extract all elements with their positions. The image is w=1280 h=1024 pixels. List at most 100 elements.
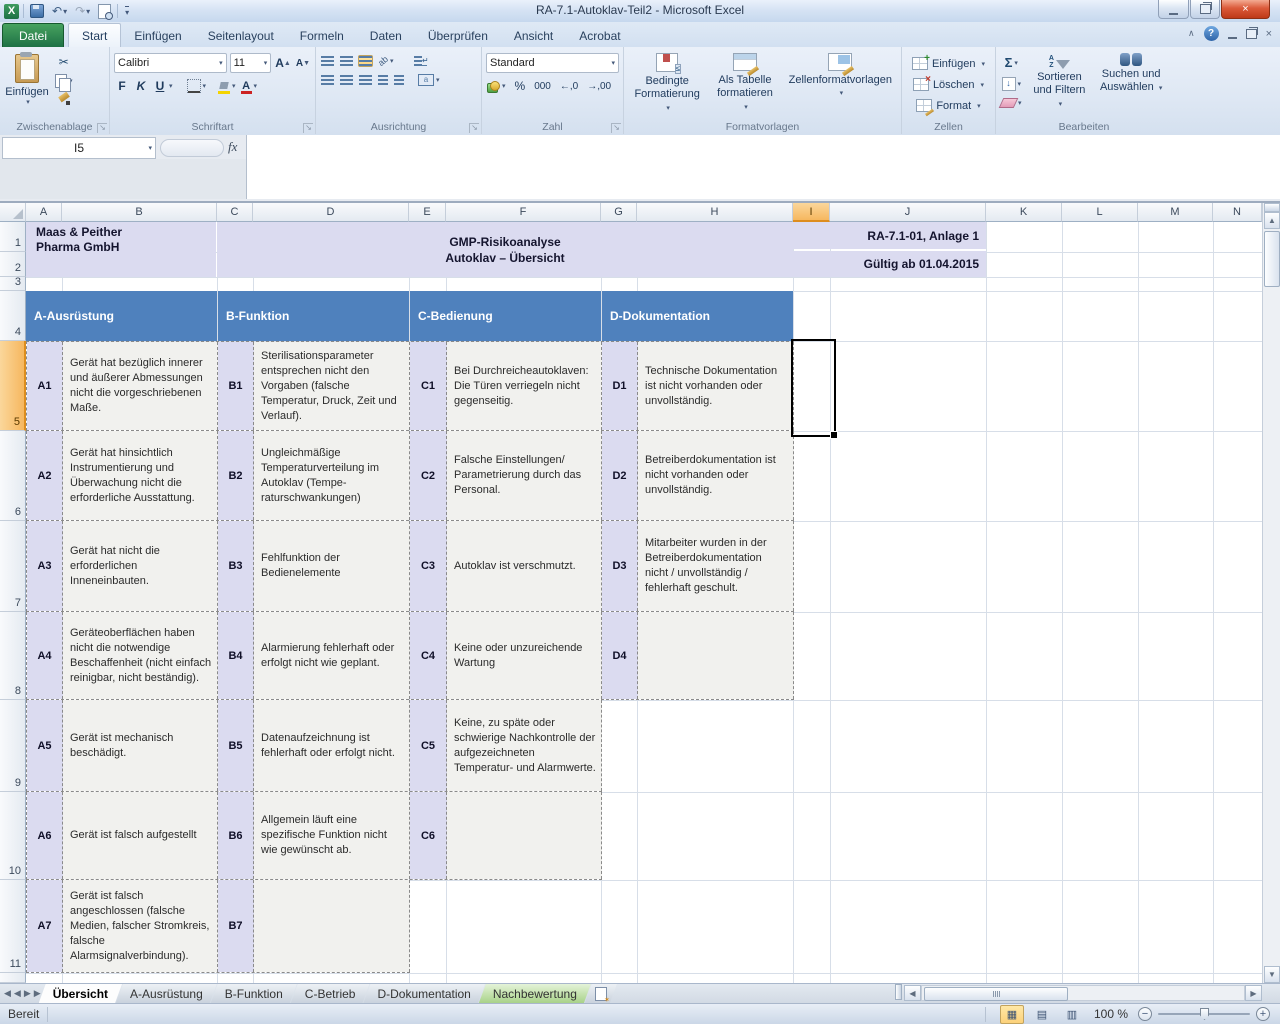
dialog-launcher-icon[interactable]: ↘ bbox=[97, 123, 107, 133]
autosum-button[interactable]: Σ▾ bbox=[1000, 54, 1023, 71]
risk-text-cell[interactable]: Gerät ist falsch aufgestellt bbox=[63, 792, 218, 879]
risk-text-cell[interactable]: Bei Durchreicheautoklaven: Die Türen ver… bbox=[447, 342, 602, 430]
risk-id-cell[interactable]: A1 bbox=[27, 342, 63, 430]
zoom-slider-thumb[interactable] bbox=[1200, 1008, 1209, 1020]
risk-id-cell[interactable]: C4 bbox=[410, 612, 447, 699]
wrap-text-button[interactable] bbox=[413, 55, 428, 67]
scroll-left-button[interactable]: ◀ bbox=[904, 985, 921, 1001]
selected-cell-i5[interactable] bbox=[791, 339, 836, 437]
column-header-i-selected[interactable]: I bbox=[793, 203, 830, 222]
risk-id-cell[interactable]: D1 bbox=[602, 342, 638, 430]
fill-button[interactable]: ↓▾ bbox=[1000, 76, 1023, 92]
sheet-tab-c-betrieb[interactable]: C-Betrieb bbox=[291, 984, 370, 1003]
paste-button[interactable]: Einfügen ▾ bbox=[4, 50, 50, 119]
workbook-restore-icon[interactable] bbox=[1246, 29, 1257, 39]
risk-text-cell[interactable]: Betreiberdokumentation ist nicht vorhand… bbox=[638, 431, 794, 520]
font-color-button[interactable]: A▾ bbox=[240, 79, 259, 93]
align-middle-button[interactable] bbox=[339, 55, 354, 67]
minimize-button[interactable] bbox=[1158, 0, 1189, 19]
row-header-8[interactable]: 8 bbox=[0, 612, 26, 700]
risk-id-cell[interactable]: B6 bbox=[218, 792, 254, 879]
risk-id-cell[interactable]: D2 bbox=[602, 431, 638, 520]
format-painter-button[interactable] bbox=[54, 92, 74, 106]
prev-sheet-button[interactable]: ◀ bbox=[14, 988, 21, 999]
risk-text-cell[interactable]: Gerät hat nicht die erforderlichen Innen… bbox=[63, 521, 218, 611]
increase-decimal-button[interactable]: ←,0 bbox=[559, 80, 579, 93]
fill-handle[interactable] bbox=[830, 431, 838, 439]
sort-filter-button[interactable]: AZ Sortieren und Filtern ▾ bbox=[1025, 50, 1095, 119]
risk-text-cell[interactable]: Gerät hat hinsichtlich Instrumentierung … bbox=[63, 431, 218, 520]
row-header-5-selected[interactable]: 5 bbox=[0, 341, 26, 431]
risk-id-cell[interactable]: B3 bbox=[218, 521, 254, 611]
next-sheet-button[interactable]: ▶ bbox=[24, 988, 31, 999]
name-box[interactable]: I5▾ bbox=[2, 137, 156, 159]
scroll-right-button[interactable]: ▶ bbox=[1245, 985, 1262, 1001]
horizontal-scroll-thumb[interactable] bbox=[924, 987, 1068, 1001]
tab-formeln[interactable]: Formeln bbox=[287, 24, 357, 47]
sheet-tab-a-ausruestung[interactable]: A-Ausrüstung bbox=[116, 984, 217, 1003]
percent-button[interactable]: % bbox=[514, 78, 527, 94]
risk-id-cell[interactable]: A5 bbox=[27, 700, 63, 791]
merge-center-button[interactable]: a▾ bbox=[417, 73, 441, 87]
row-header-7[interactable]: 7 bbox=[0, 521, 26, 612]
risk-text-cell[interactable]: Sterilisationsparameter entsprechen nich… bbox=[254, 342, 410, 430]
vertical-split-handle[interactable] bbox=[1264, 203, 1280, 212]
scroll-down-button[interactable]: ▼ bbox=[1264, 966, 1280, 983]
cell-grid[interactable]: Maas & PeitherPharma GmbH GMP-Risikoanal… bbox=[26, 222, 1262, 983]
sheet-tab-b-funktion[interactable]: B-Funktion bbox=[211, 984, 297, 1003]
column-header-d[interactable]: D bbox=[253, 203, 409, 222]
sheet-tab-d-dokumentation[interactable]: D-Dokumentation bbox=[363, 984, 484, 1003]
valid-from-cell[interactable]: Gültig ab 01.04.2015 bbox=[793, 251, 986, 277]
risk-id-cell[interactable]: C1 bbox=[410, 342, 447, 430]
column-header-a[interactable]: A bbox=[26, 203, 62, 222]
align-left-button[interactable] bbox=[320, 74, 335, 86]
risk-id-cell[interactable]: C3 bbox=[410, 521, 447, 611]
orientation-button[interactable]: ab▾ bbox=[377, 55, 395, 67]
fill-color-button[interactable]: ▾ bbox=[217, 81, 237, 92]
column-header-j[interactable]: J bbox=[830, 203, 986, 222]
tab-split-handle[interactable] bbox=[895, 984, 902, 1000]
risk-text-cell[interactable]: Gerät hat bezüglich innerer und äußerer … bbox=[63, 342, 218, 430]
risk-id-cell[interactable]: A7 bbox=[27, 880, 63, 972]
risk-text-cell[interactable]: Mitarbeiter wurden in der Betreiberdokum… bbox=[638, 521, 794, 611]
grow-font-button[interactable]: A▲ bbox=[274, 55, 292, 71]
risk-id-cell[interactable]: A2 bbox=[27, 431, 63, 520]
page-break-view-button[interactable]: ▥ bbox=[1060, 1005, 1084, 1024]
risk-text-cell[interactable]: Falsche Einstellungen/ Parametrierung du… bbox=[447, 431, 602, 520]
page-layout-view-button[interactable]: ▤ bbox=[1030, 1005, 1054, 1024]
dialog-launcher-icon[interactable]: ↘ bbox=[303, 123, 313, 133]
risk-text-cell[interactable]: Keine oder unzureichende Wartung bbox=[447, 612, 602, 699]
column-header-g[interactable]: G bbox=[601, 203, 637, 222]
column-header-c[interactable]: C bbox=[217, 203, 253, 222]
tab-einfuegen[interactable]: Einfügen bbox=[121, 24, 194, 47]
risk-text-cell[interactable] bbox=[638, 612, 794, 699]
tab-datei[interactable]: Datei bbox=[2, 23, 64, 47]
row-header-3[interactable]: 3 bbox=[0, 277, 26, 291]
category-header-bedienung[interactable]: C-Bedienung bbox=[410, 291, 601, 341]
category-header-ausruestung[interactable]: A-Ausrüstung bbox=[26, 291, 217, 341]
align-right-button[interactable] bbox=[358, 74, 373, 86]
shrink-font-button[interactable]: A▼ bbox=[295, 57, 311, 70]
risk-text-cell[interactable]: Geräteoberflächen haben nicht die notwen… bbox=[63, 612, 218, 699]
risk-text-cell[interactable] bbox=[447, 792, 602, 879]
select-all-corner[interactable] bbox=[0, 203, 26, 222]
risk-text-cell[interactable]: Gerät ist falsch angeschlossen (falsche … bbox=[63, 880, 218, 972]
column-header-b[interactable]: B bbox=[62, 203, 217, 222]
vertical-scrollbar[interactable]: ▲ ▼ bbox=[1262, 203, 1280, 983]
align-top-button[interactable] bbox=[320, 55, 335, 67]
risk-id-cell[interactable]: D3 bbox=[602, 521, 638, 611]
underline-button[interactable]: U▾ bbox=[152, 78, 174, 94]
row-header-11[interactable]: 11 bbox=[0, 880, 26, 973]
increase-indent-button[interactable] bbox=[393, 74, 405, 86]
risk-text-cell[interactable]: Alarmierung fehlerhaft oder erfolgt nich… bbox=[254, 612, 410, 699]
vertical-scroll-thumb[interactable] bbox=[1264, 231, 1280, 287]
dialog-launcher-icon[interactable]: ↘ bbox=[469, 123, 479, 133]
first-sheet-button[interactable]: ◀ bbox=[4, 988, 11, 999]
row-header-6[interactable]: 6 bbox=[0, 431, 26, 521]
risk-id-cell[interactable]: B5 bbox=[218, 700, 254, 791]
font-size-select[interactable]: 11▾ bbox=[230, 53, 272, 73]
tab-start[interactable]: Start bbox=[68, 23, 121, 47]
risk-id-cell[interactable]: C6 bbox=[410, 792, 447, 879]
thousands-separator-button[interactable]: 000 bbox=[533, 80, 552, 93]
document-ref-cell[interactable]: RA-7.1-01, Anlage 1 bbox=[793, 222, 986, 249]
